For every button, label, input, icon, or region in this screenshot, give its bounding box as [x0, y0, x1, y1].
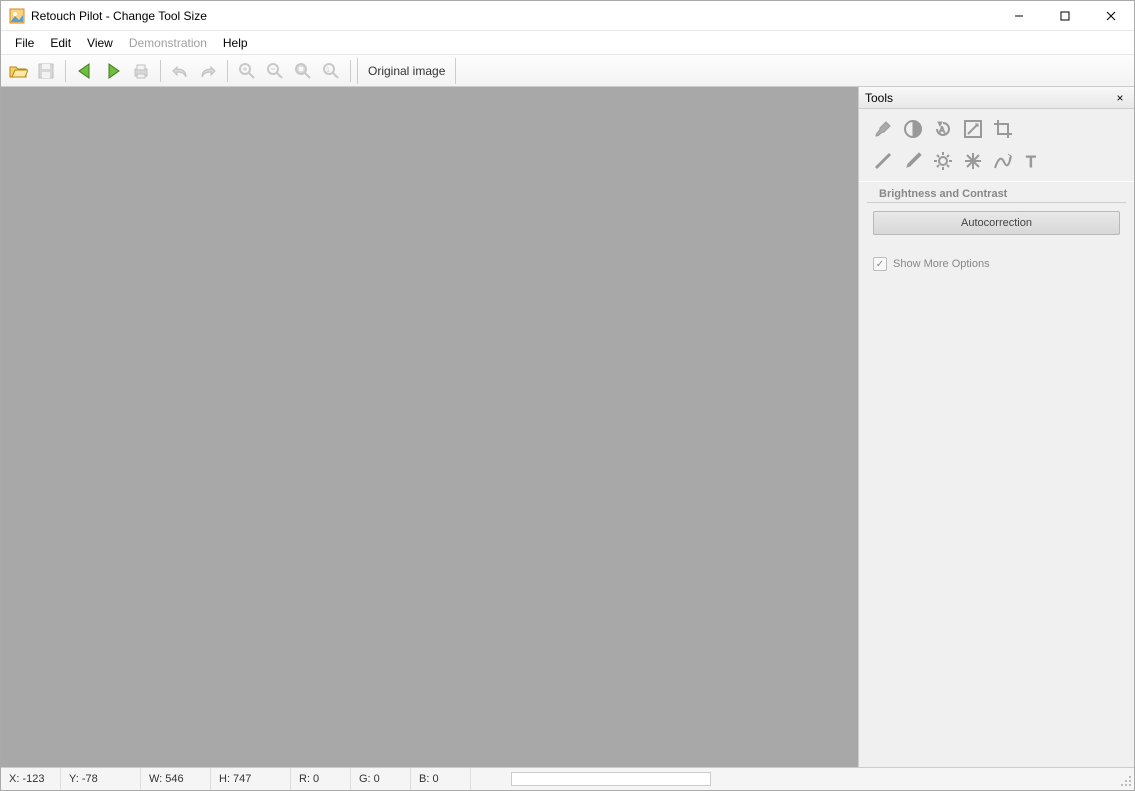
sparkle-tool-icon[interactable]: [961, 149, 985, 173]
undo-button: [167, 58, 193, 84]
autocorrection-button[interactable]: Autocorrection: [873, 211, 1120, 235]
contrast-tool-icon[interactable]: [901, 117, 925, 141]
rotate-tool-icon[interactable]: A: [931, 117, 955, 141]
text-tool-icon[interactable]: T: [1021, 149, 1045, 173]
status-b: B: 0: [411, 768, 471, 790]
toolbar-separator: [160, 60, 161, 82]
tools-panel-close-button[interactable]: ×: [1112, 90, 1128, 106]
toolbar-separator: [227, 60, 228, 82]
menu-edit[interactable]: Edit: [42, 34, 79, 52]
save-button: [33, 58, 59, 84]
tools-panel-title: Tools: [865, 91, 1112, 105]
zoom-fit-button: [290, 58, 316, 84]
svg-text:1: 1: [326, 67, 330, 74]
title-bar: Retouch Pilot - Change Tool Size: [1, 1, 1134, 31]
menu-help[interactable]: Help: [215, 34, 256, 52]
status-x: X: -123: [1, 768, 61, 790]
menu-file[interactable]: File: [7, 34, 42, 52]
line-tool-icon[interactable]: [871, 149, 895, 173]
print-button: [128, 58, 154, 84]
menu-demonstration: Demonstration: [121, 34, 215, 52]
svg-text:A: A: [939, 125, 945, 135]
zoom-out-button: [262, 58, 288, 84]
status-w: W: 546: [141, 768, 211, 790]
menu-bar: File Edit View Demonstration Help: [1, 31, 1134, 55]
original-image-button[interactable]: Original image: [357, 58, 456, 84]
tools-panel: Tools × A T Brightness and Contrast Auto…: [858, 87, 1134, 767]
show-more-label: Show More Options: [893, 258, 990, 270]
status-progress: [511, 772, 711, 786]
window-controls: [996, 1, 1134, 30]
tools-panel-header: Tools ×: [859, 87, 1134, 109]
zoom-in-button: [234, 58, 260, 84]
status-h: H: 747: [211, 768, 291, 790]
open-button[interactable]: [5, 58, 31, 84]
curve-tool-icon[interactable]: [991, 149, 1015, 173]
status-r: R: 0: [291, 768, 351, 790]
workspace: Tools × A T Brightness and Contrast Auto…: [1, 87, 1134, 768]
minimize-button[interactable]: [996, 1, 1042, 30]
window-title: Retouch Pilot - Change Tool Size: [31, 9, 996, 23]
pencil-tool-icon[interactable]: [901, 149, 925, 173]
menu-view[interactable]: View: [79, 34, 121, 52]
redo-button: [195, 58, 221, 84]
toolbar: 1 Original image: [1, 55, 1134, 87]
show-more-options[interactable]: ✓ Show More Options: [859, 249, 1134, 279]
toolbar-separator: [350, 60, 351, 82]
toolbar-separator: [65, 60, 66, 82]
crop-tool-icon[interactable]: [991, 117, 1015, 141]
zoom-actual-button: 1: [318, 58, 344, 84]
tool-row-2: T: [859, 145, 1134, 182]
close-button[interactable]: [1088, 1, 1134, 30]
prev-button[interactable]: [72, 58, 98, 84]
status-g: G: 0: [351, 768, 411, 790]
svg-text:T: T: [1026, 154, 1036, 171]
resize-tool-icon[interactable]: [961, 117, 985, 141]
maximize-button[interactable]: [1042, 1, 1088, 30]
resize-grip-icon[interactable]: [1116, 771, 1132, 787]
canvas-area[interactable]: [1, 87, 858, 767]
next-button[interactable]: [100, 58, 126, 84]
gear-tool-icon[interactable]: [931, 149, 955, 173]
tool-row-1: A: [859, 109, 1134, 145]
brush-tool-icon[interactable]: [871, 117, 895, 141]
section-brightness-contrast: Brightness and Contrast: [867, 182, 1126, 203]
app-icon: [9, 8, 25, 24]
status-bar: X: -123 Y: -78 W: 546 H: 747 R: 0 G: 0 B…: [1, 768, 1134, 790]
status-y: Y: -78: [61, 768, 141, 790]
show-more-checkbox[interactable]: ✓: [873, 257, 887, 271]
